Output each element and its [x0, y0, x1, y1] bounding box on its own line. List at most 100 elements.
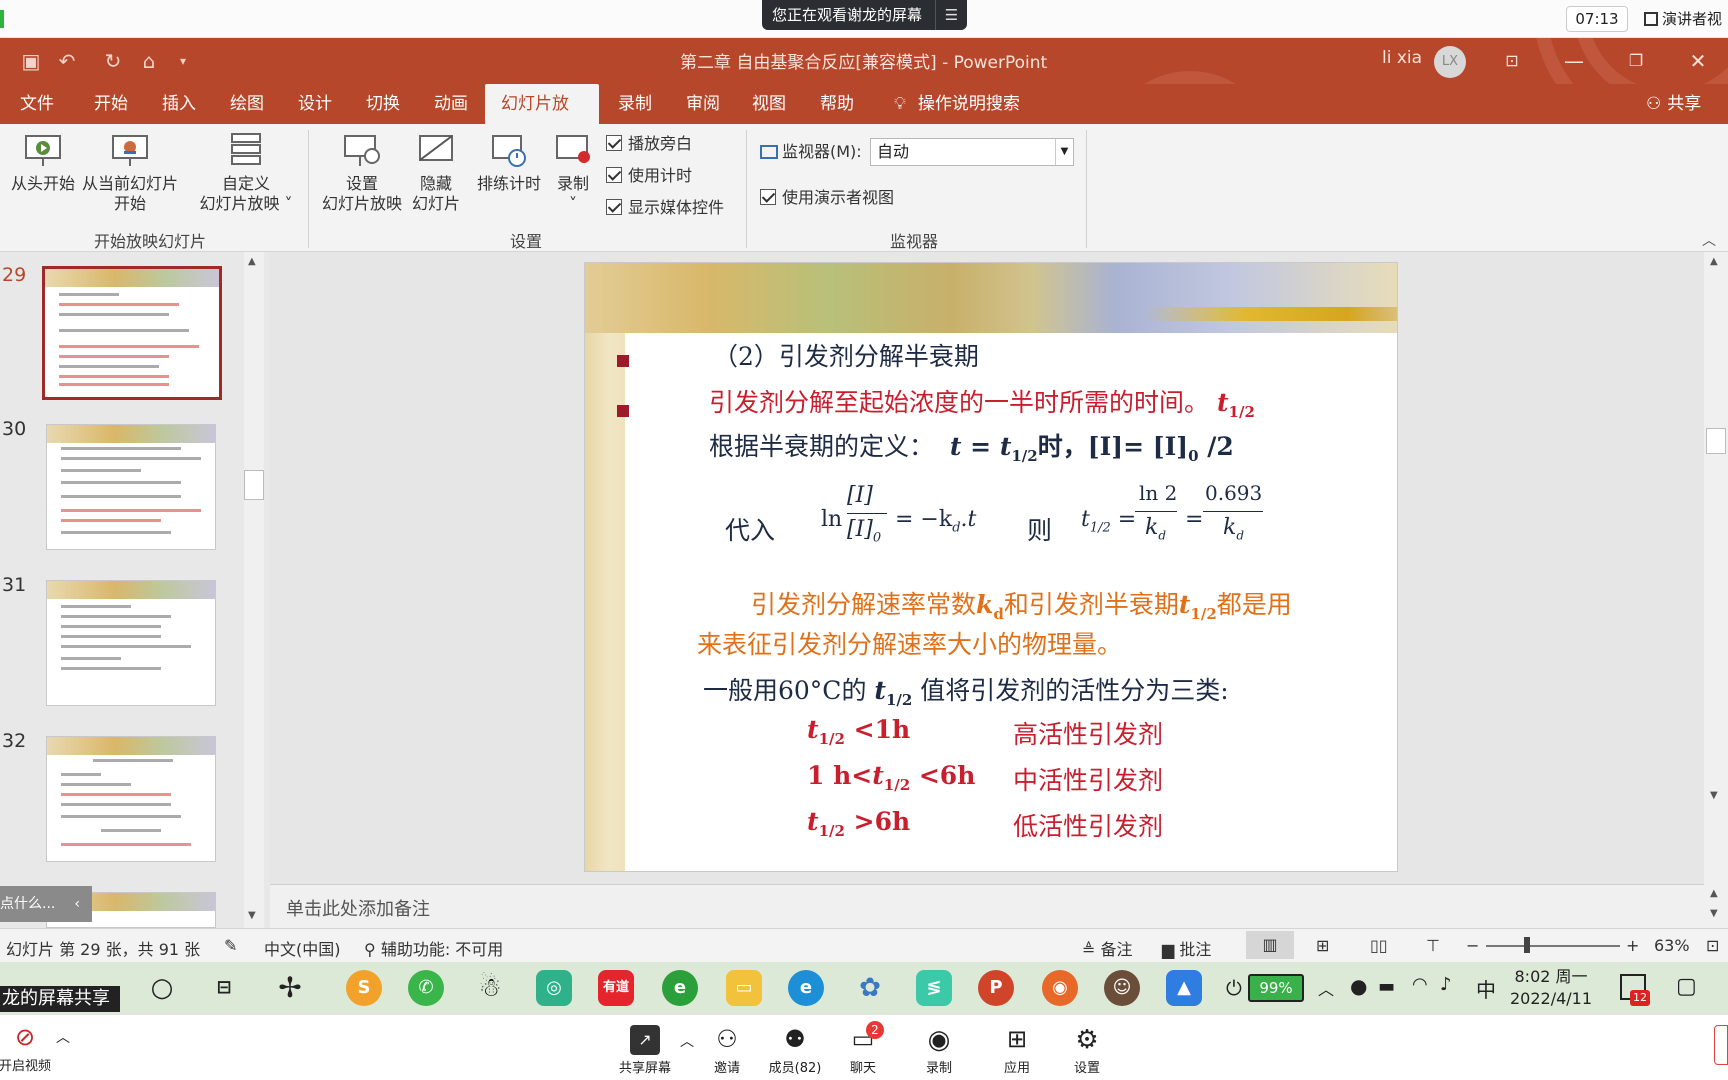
share-button[interactable]: ⚇ 共享	[1640, 84, 1707, 124]
slideshow-view-icon[interactable]: ⊤	[1426, 936, 1440, 955]
edge-icon[interactable]: e	[788, 970, 824, 1006]
chevron-up-icon[interactable]: ︿	[1318, 976, 1334, 1000]
scroll-thumb[interactable]	[244, 470, 264, 500]
user-name[interactable]: li xia	[1382, 48, 1422, 68]
volume-icon[interactable]: ♪	[1440, 974, 1452, 995]
comments-toggle[interactable]: ▆ 批注	[1162, 936, 1211, 960]
thumbnail-slide-30[interactable]	[46, 424, 216, 550]
accessibility-status[interactable]: ⚲ 辅助功能: 不可用	[364, 936, 503, 960]
presenter-view-checkbox[interactable]: 使用演示者视图	[760, 188, 894, 208]
cd-app-icon[interactable]: ◎	[536, 970, 572, 1006]
avatar-app-icon[interactable]: ☺	[1104, 970, 1140, 1006]
close-icon[interactable]: ✕	[1676, 46, 1720, 76]
pinwheel-app-icon[interactable]: ✢	[272, 970, 308, 1006]
powerpoint-icon[interactable]: P	[978, 970, 1014, 1006]
meeting-side-tab[interactable]: 点什么... ‹	[0, 886, 92, 922]
collapse-ribbon-icon[interactable]: ︿	[1702, 230, 1716, 250]
sogou-icon[interactable]: S	[346, 970, 382, 1006]
meeting-settings-button[interactable]: ⚙ 设置	[1052, 1025, 1122, 1076]
media-controls-checkbox[interactable]: 显示媒体控件	[606, 198, 724, 218]
tab-record[interactable]: 录制	[612, 84, 658, 124]
search-tell-me[interactable]: 💡︎ 操作说明搜索	[888, 84, 1026, 124]
setup-slideshow-button[interactable]: 设置 幻灯片放映	[320, 132, 404, 214]
file-explorer-icon[interactable]: ▭	[726, 970, 762, 1006]
zoom-slider[interactable]	[1486, 945, 1620, 947]
language-status[interactable]: 中文(中国)	[264, 936, 341, 960]
firefox-icon[interactable]: ◉	[1042, 970, 1078, 1006]
avatar[interactable]: LX	[1434, 46, 1466, 78]
zoom-level[interactable]: 63%	[1654, 936, 1690, 955]
task-view-icon[interactable]: ⊟	[206, 970, 242, 1006]
tab-file[interactable]: 文件	[14, 84, 60, 124]
chevron-up-icon[interactable]: ︿	[56, 1027, 70, 1047]
chevron-left-icon[interactable]: ‹	[74, 886, 80, 922]
side-panel-edge[interactable]	[1714, 1025, 1728, 1065]
qq-icon[interactable]: ☃	[472, 970, 508, 1006]
scroll-down-icon[interactable]: ▼	[248, 910, 256, 921]
tab-animations[interactable]: 动画	[428, 84, 474, 124]
redo-icon[interactable]: ↻	[100, 48, 126, 74]
minimize-icon[interactable]: —	[1552, 46, 1596, 76]
tab-view[interactable]: 视图	[746, 84, 792, 124]
slide-sorter-icon[interactable]: ⊞	[1316, 936, 1329, 955]
menu-icon[interactable]: ☰	[935, 0, 967, 30]
cortana-icon[interactable]: ○	[144, 970, 180, 1006]
scroll-down-icon[interactable]: ▼	[1710, 908, 1718, 919]
tab-insert[interactable]: 插入	[156, 84, 202, 124]
tab-draw[interactable]: 绘图	[224, 84, 270, 124]
restore-icon[interactable]: ❐	[1614, 46, 1658, 76]
from-start-button[interactable]: 从头开始	[8, 132, 78, 194]
zoom-out-icon[interactable]: −	[1466, 936, 1479, 955]
record-button[interactable]: 录制 ˅	[550, 132, 596, 214]
zoom-slider-handle[interactable]	[1524, 937, 1530, 953]
thumbnail-slide-31[interactable]	[46, 580, 216, 706]
presenter-view-button[interactable]: 演讲者视	[1644, 6, 1728, 32]
tab-help[interactable]: 帮助	[814, 84, 860, 124]
notes-pane[interactable]: 单击此处添加备注	[270, 884, 1704, 928]
reading-view-icon[interactable]: ▯▯	[1370, 936, 1388, 955]
record-dropdown-icon[interactable]: ˅	[569, 194, 577, 213]
wechat-icon[interactable]: ✆	[408, 970, 444, 1006]
slide-canvas[interactable]: （2）引发剂分解半衰期 引发剂分解至起始浓度的一半时所需的时间。 t1/2 根据…	[584, 262, 1398, 872]
youdao-icon[interactable]: 有道	[598, 970, 634, 1006]
tab-slideshow[interactable]: 幻灯片放映	[485, 84, 599, 154]
scroll-up-icon[interactable]: ▲	[248, 256, 256, 267]
thumbnail-scrollbar[interactable]: ▲ ▼	[244, 252, 264, 928]
chat-button[interactable]: ▭ 聊天	[828, 1025, 898, 1076]
rehearse-timings-button[interactable]: 排练计时	[474, 132, 544, 194]
tab-transitions[interactable]: 切换	[360, 84, 406, 124]
battery-icon[interactable]: ▬	[1378, 976, 1395, 997]
scroll-up-icon[interactable]: ▲	[1710, 256, 1718, 267]
fit-slide-icon[interactable]: ⊡	[1706, 936, 1719, 955]
members-button[interactable]: ⚉ 成员(82)	[760, 1025, 830, 1076]
thumbnail-slide-29[interactable]	[42, 266, 222, 400]
tab-home[interactable]: 开始	[88, 84, 134, 124]
ie-browser-icon[interactable]: e	[662, 970, 698, 1006]
hide-slide-button[interactable]: 隐藏 幻灯片	[408, 132, 464, 214]
zoom-in-icon[interactable]: +	[1626, 936, 1639, 955]
green-app-icon[interactable]: ≶	[916, 970, 952, 1006]
ime-indicator[interactable]: 中	[1476, 974, 1496, 1003]
microphone-icon[interactable]: ●	[1350, 974, 1367, 998]
video-button[interactable]: ⊘ 开启视频	[0, 1023, 60, 1074]
save-icon[interactable]: ▣	[18, 48, 44, 74]
system-clock[interactable]: 8:02 周一 2022/4/11	[1510, 966, 1592, 1010]
scroll-down-icon[interactable]: ▼	[1710, 790, 1718, 801]
ribbon-display-icon[interactable]: ⊡	[1490, 46, 1534, 76]
invite-button[interactable]: ⚇ 邀请	[692, 1025, 762, 1076]
spell-check-icon[interactable]: ✎	[224, 936, 237, 955]
slideshow-qa-icon[interactable]: ⌂	[136, 48, 162, 74]
wifi-icon[interactable]: ◠	[1412, 974, 1428, 995]
action-center-icon[interactable]: ▢	[1676, 974, 1697, 999]
notes-toggle[interactable]: ≜ 备注	[1082, 936, 1133, 960]
scroll-thumb[interactable]	[1706, 428, 1726, 454]
timing-checkbox[interactable]: 使用计时	[606, 166, 692, 186]
customize-qat-icon[interactable]: ▾	[170, 48, 196, 74]
share-screen-button[interactable]: ↗ 共享屏幕	[610, 1025, 680, 1076]
editor-scrollbar[interactable]: ▲ ▼ ▲ ▼	[1704, 252, 1728, 928]
battery-indicator[interactable]: 99%	[1248, 974, 1304, 1002]
settings-app-icon[interactable]: ✿	[852, 970, 888, 1006]
thumbnail-slide-32[interactable]	[46, 736, 216, 862]
scroll-up-icon[interactable]: ▲	[1710, 888, 1718, 899]
undo-icon[interactable]: ↶	[54, 48, 80, 74]
